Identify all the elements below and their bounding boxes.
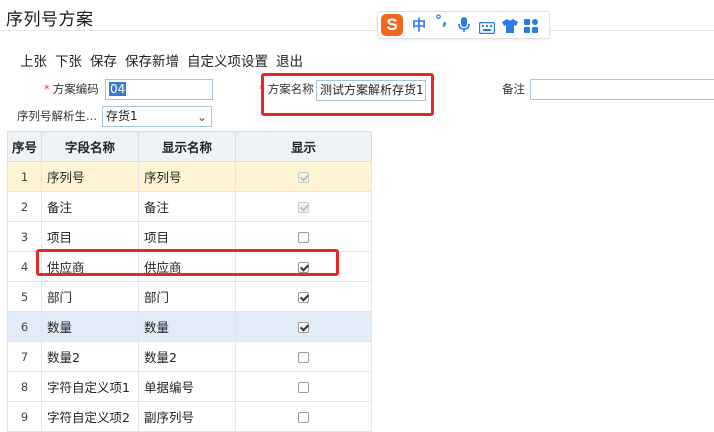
parser-label: 序列号解析生...	[17, 109, 97, 123]
table-body: 1 序列号 序列号 2 备注 备注 3 项目 项目 4 供应商 供应商 5 部门 部门 6 数量 数量 7 数量2 数量…	[7, 161, 372, 432]
chevron-down-icon[interactable]: ⌄	[197, 108, 207, 126]
save-button[interactable]: 保存	[90, 50, 117, 70]
visible-cell[interactable]	[235, 371, 372, 402]
display-name-cell[interactable]: 备注	[138, 191, 236, 222]
table-row[interactable]: 1 序列号 序列号	[7, 161, 372, 192]
scheme-code-value: 04	[109, 82, 127, 96]
annotation-highlight-scheme-name	[261, 73, 434, 116]
visible-cell[interactable]	[235, 221, 372, 252]
page-title: 序列号方案	[6, 10, 94, 30]
next-record-button[interactable]: 下张	[55, 50, 82, 70]
table-row[interactable]: 8 字符自定义项1 单据编号	[7, 371, 372, 402]
custom-fields-settings-button[interactable]: 自定义项设置	[187, 50, 268, 70]
column-header-visible[interactable]: 显示	[235, 131, 372, 162]
annotation-highlight-supplier-row	[36, 249, 339, 276]
parser-select-value: 存货1	[106, 109, 138, 123]
field-name-cell[interactable]: 数量	[41, 311, 139, 342]
header-divider	[0, 30, 714, 31]
row-number-cell[interactable]: 6	[7, 311, 42, 342]
visible-cell[interactable]	[235, 281, 372, 312]
display-name-cell[interactable]: 部门	[138, 281, 236, 312]
table-row[interactable]: 6 数量 数量	[7, 311, 372, 342]
column-header-field-name[interactable]: 字段名称	[41, 131, 139, 162]
remark-label: 备注	[502, 82, 525, 96]
display-name-cell[interactable]: 序列号	[138, 161, 236, 192]
row-number-cell[interactable]: 5	[7, 281, 42, 312]
sogou-logo-icon[interactable]: S	[381, 14, 403, 36]
visible-cell[interactable]	[235, 341, 372, 372]
exit-button[interactable]: 退出	[276, 50, 303, 70]
field-name-cell[interactable]: 部门	[41, 281, 139, 312]
toolbar: 上张 下张 保存 保存新增 自定义项设置 退出	[20, 50, 311, 70]
field-name-cell[interactable]: 序列号	[41, 161, 139, 192]
display-name-cell[interactable]: 副序列号	[138, 401, 236, 432]
skin-shirt-icon[interactable]	[502, 18, 518, 37]
visible-checkbox[interactable]	[298, 412, 309, 423]
field-name-cell[interactable]: 字符自定义项1	[41, 371, 139, 402]
display-name-cell[interactable]: 单据编号	[138, 371, 236, 402]
visible-cell[interactable]	[235, 191, 372, 222]
table-row[interactable]: 9 字符自定义项2 副序列号	[7, 401, 372, 432]
column-header-display-name[interactable]: 显示名称	[138, 131, 236, 162]
toolbox-grid-icon[interactable]	[524, 18, 538, 37]
visible-checkbox[interactable]	[298, 292, 309, 303]
visible-checkbox	[298, 202, 309, 213]
visible-checkbox[interactable]	[298, 382, 309, 393]
field-display-table: 序号 字段名称 显示名称 显示 1 序列号 序列号 2 备注 备注 3 项目 项目 4 供应商 供应商…	[7, 131, 372, 432]
ime-mode-toggle[interactable]: 中	[412, 15, 426, 35]
table-header-row: 序号 字段名称 显示名称 显示	[7, 131, 372, 162]
required-marker: *	[44, 82, 50, 96]
visible-checkbox[interactable]	[298, 322, 309, 333]
row-number-cell[interactable]: 9	[7, 401, 42, 432]
row-number-cell[interactable]: 1	[7, 161, 42, 192]
display-name-cell[interactable]: 数量	[138, 311, 236, 342]
row-number-cell[interactable]: 3	[7, 221, 42, 252]
ime-punctuation-toggle[interactable]: °,	[435, 13, 447, 29]
visible-cell[interactable]	[235, 401, 372, 432]
parser-select[interactable]: 存货1 ⌄	[102, 106, 212, 127]
scheme-code-input[interactable]: 04	[105, 79, 213, 100]
table-row[interactable]: 5 部门 部门	[7, 281, 372, 312]
visible-cell[interactable]	[235, 311, 372, 342]
field-name-cell[interactable]: 项目	[41, 221, 139, 252]
column-header-no[interactable]: 序号	[7, 131, 42, 162]
field-name-cell[interactable]: 数量2	[41, 341, 139, 372]
microphone-icon[interactable]	[458, 17, 470, 37]
visible-checkbox[interactable]	[298, 232, 309, 243]
field-name-cell[interactable]: 备注	[41, 191, 139, 222]
table-row[interactable]: 3 项目 项目	[7, 221, 372, 252]
remark-input[interactable]	[530, 79, 714, 100]
display-name-cell[interactable]: 项目	[138, 221, 236, 252]
visible-checkbox	[298, 172, 309, 183]
visible-cell[interactable]	[235, 161, 372, 192]
prev-record-button[interactable]: 上张	[20, 50, 47, 70]
row-number-cell[interactable]: 8	[7, 371, 42, 402]
table-row[interactable]: 7 数量2 数量2	[7, 341, 372, 372]
row-number-cell[interactable]: 7	[7, 341, 42, 372]
save-and-new-button[interactable]: 保存新增	[125, 50, 179, 70]
keyboard-icon[interactable]	[478, 19, 496, 38]
row-number-cell[interactable]: 2	[7, 191, 42, 222]
visible-checkbox[interactable]	[298, 352, 309, 363]
field-name-cell[interactable]: 字符自定义项2	[41, 401, 139, 432]
scheme-code-label: * 方案编码	[44, 82, 99, 96]
display-name-cell[interactable]: 数量2	[138, 341, 236, 372]
ime-toolbar[interactable]: S 中 °,	[377, 11, 550, 39]
table-row[interactable]: 2 备注 备注	[7, 191, 372, 222]
